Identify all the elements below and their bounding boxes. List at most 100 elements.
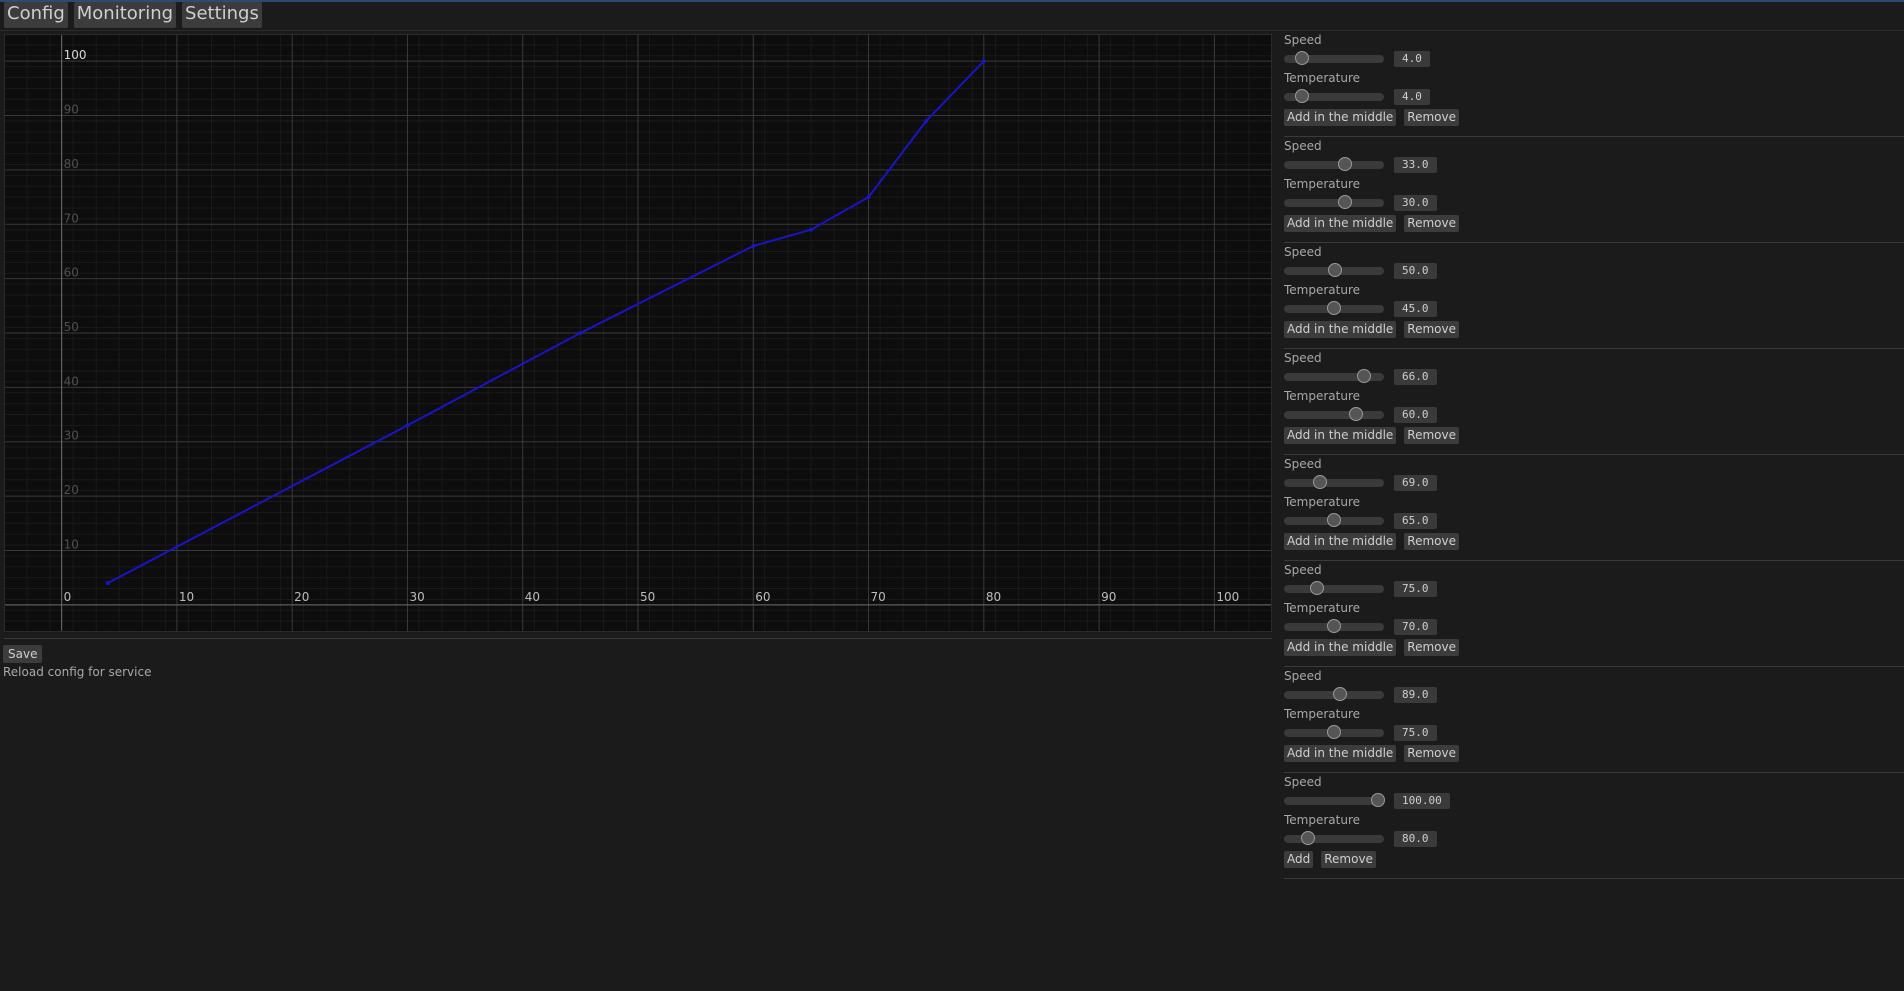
plot-divider [4, 638, 1272, 639]
remove-button[interactable]: Remove [1404, 639, 1459, 656]
speed-slider[interactable] [1284, 157, 1384, 171]
remove-button[interactable]: Remove [1404, 745, 1459, 762]
temperature-slider-handle[interactable] [1301, 831, 1315, 845]
remove-button[interactable]: Remove [1404, 215, 1459, 232]
speed-label: Speed [1284, 33, 1322, 47]
temperature-slider-handle[interactable] [1327, 619, 1341, 633]
x-tick-label: 30 [409, 590, 424, 604]
temperature-value-field[interactable]: 45.0 [1394, 301, 1437, 317]
curve-point: Speed 89.0 Temperature 75.0 Add in the middl… [1284, 667, 1904, 773]
y-tick-label: 90 [64, 103, 79, 117]
temperature-slider-handle[interactable] [1295, 89, 1309, 103]
temperature-slider-handle[interactable] [1338, 195, 1352, 209]
speed-slider-handle[interactable] [1310, 581, 1324, 595]
remove-button[interactable]: Remove [1404, 427, 1459, 444]
temperature-slider[interactable] [1284, 89, 1384, 103]
fan-curve-point [105, 581, 110, 586]
x-tick-label: 90 [1101, 590, 1116, 604]
temperature-slider[interactable] [1284, 195, 1384, 209]
x-tick-label: 60 [755, 590, 770, 604]
tab-settings[interactable]: Settings [182, 2, 262, 28]
speed-slider[interactable] [1284, 475, 1384, 489]
fan-curve-plot[interactable]: 0 10 20 30 40 50 60 70 80 90 100 10 20 30 40 50 60 70 80 90… [4, 34, 1272, 632]
temperature-slider-handle[interactable] [1327, 725, 1341, 739]
temperature-value-field[interactable]: 60.0 [1394, 407, 1437, 423]
tab-monitoring[interactable]: Monitoring [73, 2, 177, 28]
remove-button[interactable]: Remove [1404, 321, 1459, 338]
temperature-slider[interactable] [1284, 831, 1384, 845]
speed-slider-handle[interactable] [1357, 369, 1371, 383]
speed-label: Speed [1284, 245, 1322, 259]
speed-value-field[interactable]: 89.0 [1394, 687, 1437, 703]
window-top-border [0, 0, 1904, 2]
temperature-value-field[interactable]: 65.0 [1394, 513, 1437, 529]
speed-value-field[interactable]: 50.0 [1394, 263, 1437, 279]
remove-button[interactable]: Remove [1404, 533, 1459, 550]
add-in-middle-button[interactable]: Add in the middle [1284, 427, 1397, 444]
add-in-middle-button[interactable]: Add in the middle [1284, 639, 1397, 656]
temperature-label: Temperature [1284, 71, 1361, 85]
save-button[interactable]: Save [3, 645, 43, 663]
temperature-slider[interactable] [1284, 725, 1384, 739]
speed-slider[interactable] [1284, 687, 1384, 701]
temperature-slider-handle[interactable] [1349, 407, 1363, 421]
speed-slider[interactable] [1284, 263, 1384, 277]
add-in-middle-button[interactable]: Add in the middle [1284, 109, 1397, 126]
speed-slider-handle[interactable] [1295, 51, 1309, 65]
tab-config[interactable]: Config [4, 2, 68, 28]
remove-button[interactable]: Remove [1404, 109, 1459, 126]
speed-slider[interactable] [1284, 581, 1384, 595]
speed-value-field[interactable]: 100.00 [1394, 793, 1450, 809]
temperature-value-field[interactable]: 4.0 [1394, 89, 1430, 105]
temperature-value-field[interactable]: 80.0 [1394, 831, 1437, 847]
curve-point: Speed 33.0 Temperature 30.0 Add in the middl… [1284, 137, 1904, 243]
speed-label: Speed [1284, 139, 1322, 153]
temperature-slider-handle[interactable] [1327, 513, 1341, 527]
add-in-middle-button[interactable]: Add in the middle [1284, 745, 1397, 762]
fan-curve-point [981, 59, 986, 64]
speed-slider-handle[interactable] [1371, 793, 1385, 807]
speed-slider-handle[interactable] [1333, 687, 1347, 701]
temperature-label: Temperature [1284, 601, 1361, 615]
speed-value-field[interactable]: 69.0 [1394, 475, 1437, 491]
speed-slider[interactable] [1284, 51, 1384, 65]
speed-slider[interactable] [1284, 793, 1385, 807]
fan-curve-point [808, 227, 813, 232]
speed-slider-handle[interactable] [1328, 263, 1342, 277]
temperature-slider[interactable] [1284, 513, 1384, 527]
speed-value-field[interactable]: 33.0 [1394, 157, 1437, 173]
temperature-label: Temperature [1284, 283, 1361, 297]
temperature-value-field[interactable]: 30.0 [1394, 195, 1437, 211]
temperature-slider-handle[interactable] [1327, 301, 1341, 315]
temperature-slider[interactable] [1284, 301, 1384, 315]
temperature-slider[interactable] [1284, 407, 1384, 421]
remove-button[interactable]: Remove [1321, 851, 1376, 868]
add-in-middle-button[interactable]: Add in the middle [1284, 215, 1397, 232]
x-tick-label: 80 [986, 590, 1001, 604]
speed-slider-handle[interactable] [1338, 157, 1352, 171]
y-tick-label: 40 [64, 374, 79, 388]
add-button[interactable]: Add [1284, 851, 1314, 868]
speed-value-field[interactable]: 4.0 [1394, 51, 1430, 67]
speed-slider-handle[interactable] [1313, 475, 1327, 489]
speed-value-field[interactable]: 75.0 [1394, 581, 1437, 597]
add-in-middle-button[interactable]: Add in the middle [1284, 321, 1397, 338]
speed-value-field[interactable]: 66.0 [1394, 369, 1437, 385]
add-in-middle-button[interactable]: Add in the middle [1284, 533, 1397, 550]
temperature-value-field[interactable]: 70.0 [1394, 619, 1437, 635]
temperature-label: Temperature [1284, 813, 1361, 827]
fan-curve-point [578, 331, 583, 335]
temperature-label: Temperature [1284, 495, 1361, 509]
x-tick-label: 70 [871, 590, 886, 604]
top-tab-bar: Config Monitoring Settings [0, 2, 262, 28]
x-tick-label: 40 [525, 590, 540, 604]
temperature-value-field[interactable]: 75.0 [1394, 725, 1437, 741]
temperature-slider[interactable] [1284, 619, 1384, 633]
x-tick-label: 100 [1216, 590, 1239, 604]
speed-slider[interactable] [1284, 369, 1384, 383]
temperature-label: Temperature [1284, 707, 1361, 721]
y-tick-label: 50 [64, 320, 79, 334]
point-actions: Add Remove [1284, 851, 1376, 868]
fan-curve-point [866, 195, 871, 200]
y-tick-label: 10 [64, 537, 79, 551]
